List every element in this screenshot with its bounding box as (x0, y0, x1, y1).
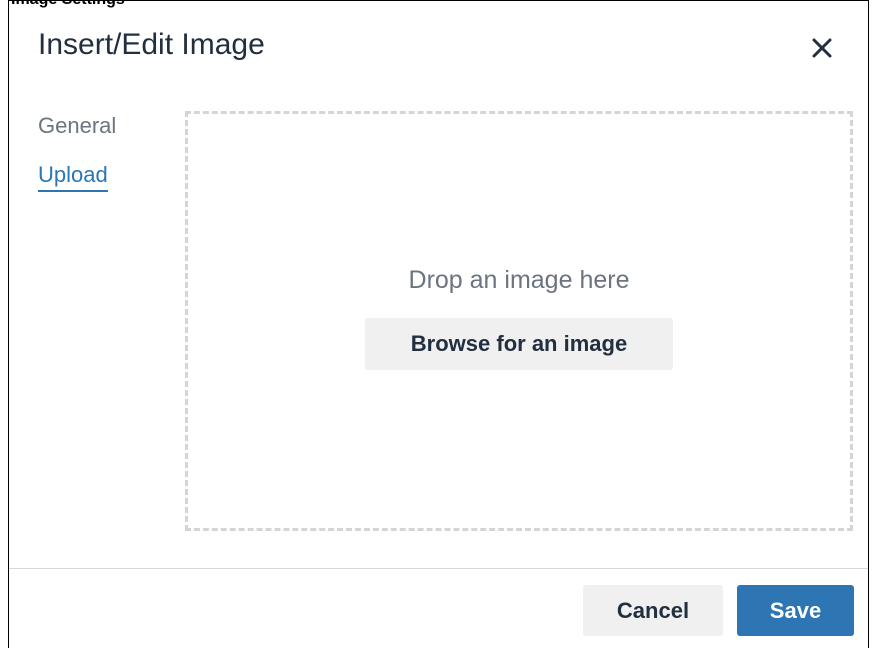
browse-image-button[interactable]: Browse for an image (365, 318, 673, 370)
close-button[interactable] (805, 31, 839, 65)
drop-zone-text: Drop an image here (408, 266, 630, 294)
footer-divider (9, 568, 868, 569)
cancel-button[interactable]: Cancel (583, 585, 723, 636)
clipped-header-text: Image Settings (11, 0, 125, 9)
tab-upload[interactable]: Upload (38, 162, 108, 192)
insert-edit-image-dialog: Image Settings Insert/Edit Image General… (8, 0, 869, 648)
image-drop-zone[interactable]: Drop an image here Browse for an image (185, 111, 853, 531)
close-icon (812, 38, 832, 58)
dialog-title: Insert/Edit Image (38, 28, 265, 61)
save-button[interactable]: Save (737, 585, 854, 636)
tab-general[interactable]: General (38, 113, 116, 141)
